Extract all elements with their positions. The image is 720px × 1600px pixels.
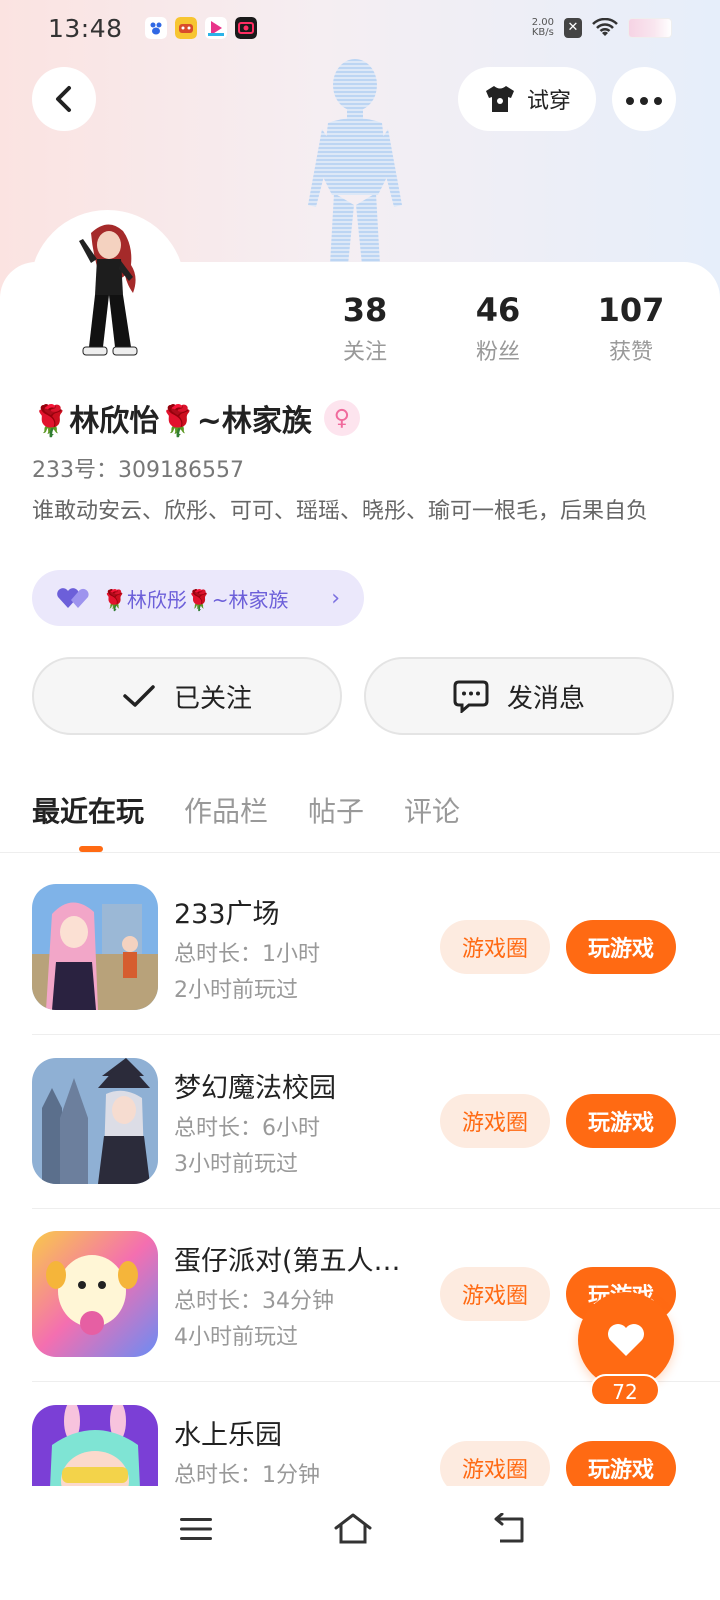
game-name: 蛋仔派对(第五人… <box>174 1246 401 1277</box>
game-last-played: 3小时前玩过 <box>174 1152 298 1177</box>
close-badge-icon: ✕ <box>564 18 582 38</box>
play-game-button[interactable]: 玩游戏 <box>566 1094 676 1148</box>
return-icon <box>494 1513 524 1543</box>
try-on-button[interactable]: 试穿 <box>458 67 596 131</box>
stat-followers-label: 粉丝 <box>475 340 520 365</box>
stat-likes-label: 获赞 <box>608 340 653 365</box>
back-button[interactable] <box>32 67 96 131</box>
game-last-played: 4小时前玩过 <box>174 1325 298 1350</box>
game-list-item[interactable]: 梦幻魔法校园 总时长：6小时 3小时前玩过 游戏圈 玩游戏 <box>0 1058 720 1230</box>
stat-following-count: 38 <box>342 291 388 329</box>
game-circle-button[interactable]: 游戏圈 <box>440 920 550 974</box>
game-duration: 总时长：34分钟 <box>174 1289 334 1314</box>
system-nav-bar <box>0 1486 720 1600</box>
wifi-icon <box>592 18 618 36</box>
game-last-played: 2小时前玩过 <box>174 978 298 1003</box>
network-speed: 2.00 KB/s <box>532 18 554 38</box>
network-speed-unit: KB/s <box>531 27 554 38</box>
video-app-icon <box>204 17 227 39</box>
game-name: 233广场 <box>174 899 280 930</box>
name-row: 🌹林欣怡🌹~林家族 ♀ <box>32 396 360 440</box>
avatar-figure-image <box>78 224 137 356</box>
camera-app-icon <box>234 17 257 39</box>
female-gender-icon: ♀ <box>323 400 360 436</box>
menu-icon <box>180 1518 212 1540</box>
game-duration: 总时长：6小时 <box>174 1116 320 1141</box>
heart-icon <box>608 1324 644 1356</box>
home-nav-button[interactable] <box>323 1504 383 1554</box>
game-name: 梦幻魔法校园 <box>174 1073 336 1104</box>
chat-bubble-icon <box>453 680 489 713</box>
nickname: 🌹林欣怡🌹~林家族 <box>32 404 312 439</box>
game-app-icon <box>174 17 197 39</box>
stat-followers-count: 46 <box>475 291 521 329</box>
row-divider <box>32 1034 720 1035</box>
more-options-button[interactable] <box>612 67 676 131</box>
tab-recently-played[interactable]: 最近在玩 <box>32 790 144 830</box>
game-duration: 总时长：1分钟 <box>174 1463 320 1488</box>
stat-likes[interactable]: 107 获赞 <box>576 290 686 366</box>
family-group-chip[interactable]: 🌹林欣彤🌹~林家族 › <box>32 570 364 626</box>
followed-label: 已关注 <box>173 683 252 714</box>
status-bar: 13:48 2.00 KB/s ✕ <box>0 0 720 56</box>
game-icon-233-plaza[interactable] <box>32 884 158 1010</box>
row-divider <box>32 1208 720 1209</box>
stat-following[interactable]: 38 关注 <box>310 290 420 366</box>
chevron-right-icon: › <box>331 585 340 611</box>
chevron-left-icon <box>56 86 71 112</box>
game-circle-button[interactable]: 游戏圈 <box>440 1094 550 1148</box>
stat-followers[interactable]: 46 粉丝 <box>443 290 553 366</box>
double-heart-icon <box>57 588 89 608</box>
game-icon-magic-school[interactable] <box>32 1058 158 1184</box>
avatar-3d-model <box>308 59 402 265</box>
baidu-app-icon <box>144 17 167 39</box>
back-nav-button[interactable] <box>480 1504 540 1554</box>
profile-tabs: 最近在玩 作品栏 帖子 评论 <box>32 788 460 832</box>
tab-works[interactable]: 作品栏 <box>184 790 268 830</box>
game-icon-eggy-party[interactable] <box>32 1231 158 1357</box>
send-message-label: 发消息 <box>506 683 585 714</box>
tab-comments[interactable]: 评论 <box>404 790 460 830</box>
avatar[interactable] <box>30 210 185 365</box>
status-notification-icons <box>144 17 257 39</box>
stat-following-label: 关注 <box>342 340 387 365</box>
like-count-badge: 72 <box>590 1374 660 1406</box>
status-time: 13:48 <box>48 13 123 43</box>
game-name: 水上乐园 <box>174 1420 282 1451</box>
send-message-button[interactable]: 发消息 <box>364 657 674 735</box>
bio: 谁敢动安云、欣彤、可可、瑶瑶、晓彤、瑜可一根毛，后果自负 <box>32 499 649 524</box>
stat-likes-count: 107 <box>597 291 665 329</box>
try-on-label: 试穿 <box>526 89 571 114</box>
more-dots-icon <box>623 90 665 109</box>
game-duration: 总时长：1小时 <box>174 942 320 967</box>
followed-button[interactable]: 已关注 <box>32 657 342 735</box>
status-system-icons: 2.00 KB/s ✕ <box>532 18 672 38</box>
game-list-item[interactable]: 233广场 总时长：1小时 2小时前玩过 游戏圈 玩游戏 <box>0 884 720 1056</box>
family-chip-label: 🌹林欣彤🌹~林家族 <box>102 587 289 612</box>
tabs-divider <box>0 852 720 853</box>
battery-icon <box>628 18 672 38</box>
tshirt-icon <box>485 86 514 112</box>
tab-posts[interactable]: 帖子 <box>308 790 364 830</box>
user-id: 233号：309186557 <box>32 458 244 483</box>
home-icon <box>334 1513 372 1544</box>
play-game-button[interactable]: 玩游戏 <box>566 920 676 974</box>
checkmark-icon <box>123 685 155 707</box>
game-circle-button[interactable]: 游戏圈 <box>440 1267 550 1321</box>
menu-nav-button[interactable] <box>166 1504 226 1554</box>
